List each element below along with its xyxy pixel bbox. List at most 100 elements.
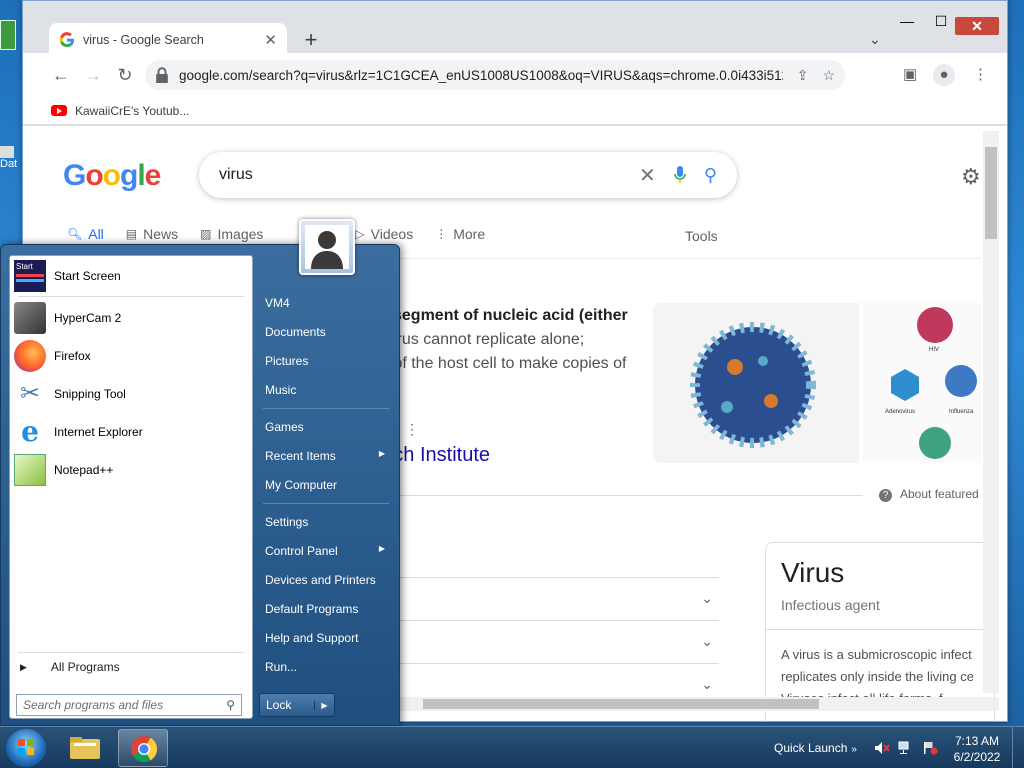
- maximize-button[interactable]: ☐: [927, 13, 955, 30]
- profile-avatar-icon[interactable]: ●: [933, 64, 955, 86]
- start-item-games[interactable]: Games: [265, 420, 395, 434]
- start-item-help-support[interactable]: Help and Support: [265, 631, 395, 645]
- tools-button[interactable]: Tools: [685, 228, 718, 244]
- program-start-screen[interactable]: Start Start Screen: [14, 258, 248, 294]
- start-item-documents[interactable]: Documents: [265, 325, 395, 339]
- chrome-icon: [131, 736, 158, 763]
- user-silhouette-icon: [311, 231, 343, 269]
- start-item-pictures[interactable]: Pictures: [265, 354, 395, 368]
- program-hypercam[interactable]: HyperCam 2: [14, 300, 248, 336]
- about-featured-snippets-link[interactable]: ? About featured: [879, 487, 979, 502]
- image-icon: ▨: [200, 227, 212, 241]
- divider: [393, 495, 863, 496]
- show-desktop-button[interactable]: [1012, 727, 1024, 768]
- start-item-control-panel[interactable]: Control Panel ▶: [265, 544, 395, 558]
- taskbar-file-explorer[interactable]: [60, 729, 110, 767]
- share-icon[interactable]: ⇪: [797, 67, 809, 84]
- search-box[interactable]: virus ✕ ⚲: [199, 152, 737, 198]
- clock-time: 7:13 AM: [954, 734, 1000, 748]
- lock-icon[interactable]: [155, 67, 169, 84]
- clear-search-icon[interactable]: ✕: [639, 163, 656, 188]
- program-internet-explorer[interactable]: e Internet Explorer: [14, 414, 248, 450]
- minimize-button[interactable]: —: [893, 13, 921, 29]
- close-window-button[interactable]: ✕: [955, 17, 999, 35]
- desktop-icon-data[interactable]: Dat: [0, 146, 22, 170]
- tab-search-chevron-icon[interactable]: ⌄: [869, 31, 881, 48]
- start-item-devices-printers[interactable]: Devices and Printers: [265, 573, 395, 587]
- horizontal-scroll-thumb[interactable]: [423, 699, 819, 709]
- start-item-my-computer[interactable]: My Computer: [265, 478, 395, 492]
- start-search-input[interactable]: Search programs and files ⚲: [16, 694, 242, 716]
- tab-more[interactable]: ⋮ More: [435, 226, 485, 242]
- reload-icon[interactable]: ↻: [113, 63, 137, 87]
- start-item-settings[interactable]: Settings: [265, 515, 395, 529]
- program-notepadpp[interactable]: Notepad++: [14, 452, 248, 488]
- network-monitor-icon: [898, 741, 909, 754]
- start-item-music[interactable]: Music: [265, 383, 395, 397]
- scissors-icon: ✂: [19, 380, 41, 407]
- virus-image[interactable]: [653, 303, 859, 463]
- all-programs-button[interactable]: ▶ All Programs: [20, 660, 120, 674]
- google-logo[interactable]: Google: [63, 159, 161, 193]
- lock-button[interactable]: Lock: [260, 698, 314, 712]
- new-tab-button[interactable]: +: [299, 27, 323, 53]
- bookmarks-bar: KawaiiCrE's Youtub...: [23, 97, 1007, 125]
- url-text[interactable]: google.com/search?q=virus&rlz=1C1GCEA_en…: [179, 68, 783, 83]
- vertical-scroll-thumb[interactable]: [985, 147, 997, 239]
- tab-videos[interactable]: ▷ Videos: [355, 226, 413, 242]
- chevron-down-icon: ⌄: [701, 590, 713, 606]
- divider: [18, 296, 244, 297]
- more-options-icon[interactable]: ⋮: [405, 421, 419, 438]
- quick-launch-toolbar[interactable]: Quick Launch»: [774, 741, 857, 755]
- start-item-recent-items[interactable]: Recent Items ▶: [265, 449, 395, 463]
- tab-all[interactable]: 🔍︎ All: [67, 226, 104, 242]
- submenu-arrow-icon: ▶: [378, 449, 385, 458]
- system-clock[interactable]: 7:13 AM 6/2/2022: [950, 733, 1004, 765]
- windows-logo-icon: [18, 739, 34, 755]
- lock-button-group: Lock ▶: [259, 693, 335, 717]
- address-bar[interactable]: google.com/search?q=virus&rlz=1C1GCEA_en…: [145, 60, 845, 90]
- browser-tab[interactable]: virus - Google Search ✕: [49, 23, 287, 57]
- tab-images[interactable]: ▨ Images: [200, 226, 263, 242]
- user-avatar[interactable]: [299, 219, 355, 275]
- close-tab-icon[interactable]: ✕: [264, 31, 277, 49]
- search-icon[interactable]: ⚲: [226, 698, 235, 712]
- program-snipping-tool[interactable]: ✂ Snipping Tool: [14, 376, 248, 412]
- bookmark-item[interactable]: KawaiiCrE's Youtub...: [75, 104, 189, 118]
- start-item-run[interactable]: Run...: [265, 660, 395, 674]
- start-item-default-programs[interactable]: Default Programs: [265, 602, 395, 616]
- knowledge-panel: Virus Infectious agent A virus is a subm…: [765, 542, 995, 721]
- tab-news[interactable]: ▤ News: [126, 226, 178, 242]
- desktop-icon[interactable]: [0, 20, 22, 50]
- network-icon[interactable]: [898, 741, 914, 755]
- hypercam-icon: [14, 302, 46, 334]
- side-panel-icon[interactable]: ▣: [903, 65, 917, 83]
- menu-kebab-icon[interactable]: ⋮: [973, 65, 988, 83]
- start-menu: Start Start Screen HyperCam 2 Firefox ✂ …: [0, 219, 400, 726]
- settings-gear-icon[interactable]: ⚙: [961, 164, 981, 190]
- forward-arrow-icon[interactable]: →: [81, 63, 105, 87]
- microphone-icon[interactable]: [674, 166, 686, 184]
- ie-icon: e: [21, 415, 39, 448]
- firefox-icon: [14, 340, 46, 372]
- taskbar-chrome[interactable]: [118, 729, 168, 767]
- search-magnifier-icon[interactable]: ⚲: [704, 165, 717, 186]
- notepad-icon: [14, 454, 46, 486]
- virus-types-image[interactable]: HIV Adenovirus Influenza: [863, 303, 981, 463]
- program-firefox[interactable]: Firefox: [14, 338, 248, 374]
- action-center-flag-icon[interactable]: [922, 741, 938, 755]
- start-orb-icon[interactable]: [6, 729, 46, 767]
- bookmark-star-icon[interactable]: ☆: [822, 67, 835, 84]
- power-options-arrow-icon[interactable]: ▶: [314, 700, 334, 710]
- start-programs-pane: Start Start Screen HyperCam 2 Firefox ✂ …: [9, 255, 253, 719]
- start-item-user[interactable]: VM4: [265, 296, 395, 310]
- chevron-double-right-icon: »: [851, 744, 857, 755]
- volume-muted-icon[interactable]: [874, 741, 890, 755]
- back-arrow-icon[interactable]: ←: [49, 63, 73, 87]
- divider: [263, 408, 389, 409]
- news-icon: ▤: [125, 227, 138, 241]
- search-input[interactable]: virus: [219, 166, 639, 184]
- virus-types-illustration-icon: [891, 307, 977, 459]
- browser-toolbar: ← → ↻ google.com/search?q=virus&rlz=1C1G…: [23, 53, 1007, 97]
- speaker-icon: [875, 742, 890, 754]
